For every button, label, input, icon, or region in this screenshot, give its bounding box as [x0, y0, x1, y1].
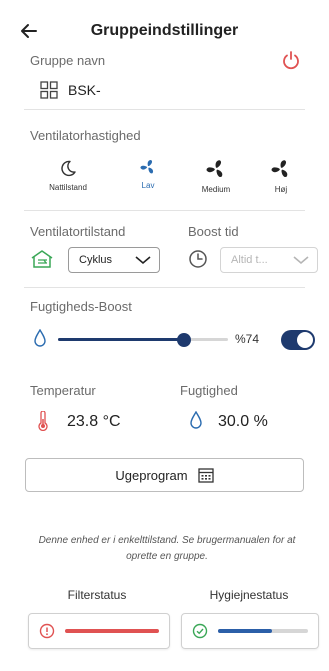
fan-icon: [271, 160, 288, 177]
hygiene-status-label: Hygiejnestatus: [209, 588, 289, 602]
divider: [24, 210, 305, 211]
speed-option-low[interactable]: Lav: [118, 159, 178, 190]
hygiene-status-card[interactable]: [181, 613, 319, 649]
house-fan-icon: [29, 249, 55, 269]
page-title: Gruppeindstillinger: [90, 22, 239, 39]
fan-mode-select[interactable]: Cyklus: [68, 247, 160, 273]
fan-mode-value: Cyklus: [79, 254, 113, 266]
boost-time-label: Boost tid: [188, 224, 239, 239]
humidity-slider-thumb[interactable]: [177, 333, 191, 347]
group-name-input[interactable]: BSK-: [68, 82, 101, 98]
speed-option-night[interactable]: Nattilstand: [38, 159, 98, 192]
humidity-boost-toggle[interactable]: [281, 330, 315, 350]
temperature-value: 23.8 °C: [67, 413, 121, 430]
fan-icon: [140, 160, 154, 174]
droplet-icon: [189, 411, 203, 429]
hygiene-status-fill: [218, 629, 272, 633]
chevron-down-icon: [135, 256, 151, 265]
single-mode-info: Denne enhed er i enkelttilstand. Se brug…: [38, 535, 296, 562]
grid-icon: [40, 81, 58, 99]
fan-mode-label: Ventilatortilstand: [30, 224, 126, 239]
speed-label-night: Nattilstand: [49, 183, 87, 192]
week-program-button[interactable]: Ugeprogram: [25, 458, 304, 492]
divider: [24, 287, 305, 288]
speed-label-high: Høj: [274, 185, 288, 194]
warning-circle-icon: [39, 623, 55, 639]
power-icon[interactable]: [281, 50, 301, 70]
droplet-icon: [33, 329, 47, 347]
speed-option-high[interactable]: Høj: [251, 159, 311, 194]
humidity-slider-fill: [58, 338, 184, 341]
fan-icon: [206, 160, 223, 177]
check-circle-icon: [192, 623, 208, 639]
fan-speed-label: Ventilatorhastighed: [30, 128, 141, 143]
boost-time-value: Altid t...: [231, 254, 268, 266]
filter-status-card[interactable]: [28, 613, 170, 649]
toggle-knob: [297, 332, 313, 348]
week-program-label: Ugeprogram: [115, 467, 188, 483]
temperature-label: Temperatur: [30, 383, 96, 398]
humidity-boost-label: Fugtigheds-Boost: [30, 299, 132, 314]
speed-option-medium[interactable]: Medium: [186, 159, 246, 194]
speed-label-medium: Medium: [201, 185, 231, 194]
hygiene-status-track: [218, 629, 308, 633]
boost-time-select[interactable]: Altid t...: [220, 247, 318, 273]
group-name-label: Gruppe navn: [30, 53, 106, 68]
filter-status-label: Filterstatus: [67, 588, 127, 602]
thermometer-icon: [38, 411, 48, 431]
humidity-label: Fugtighed: [180, 383, 238, 398]
clock-icon: [188, 249, 208, 269]
chevron-down-icon: [293, 256, 309, 265]
filter-status-bar: [65, 629, 159, 633]
speed-label-low: Lav: [141, 181, 155, 190]
divider: [24, 109, 305, 110]
calendar-icon: [197, 468, 214, 483]
humidity-value: 30.0 %: [218, 413, 268, 430]
humidity-boost-value: %74: [235, 332, 260, 346]
moon-icon: [61, 160, 76, 177]
